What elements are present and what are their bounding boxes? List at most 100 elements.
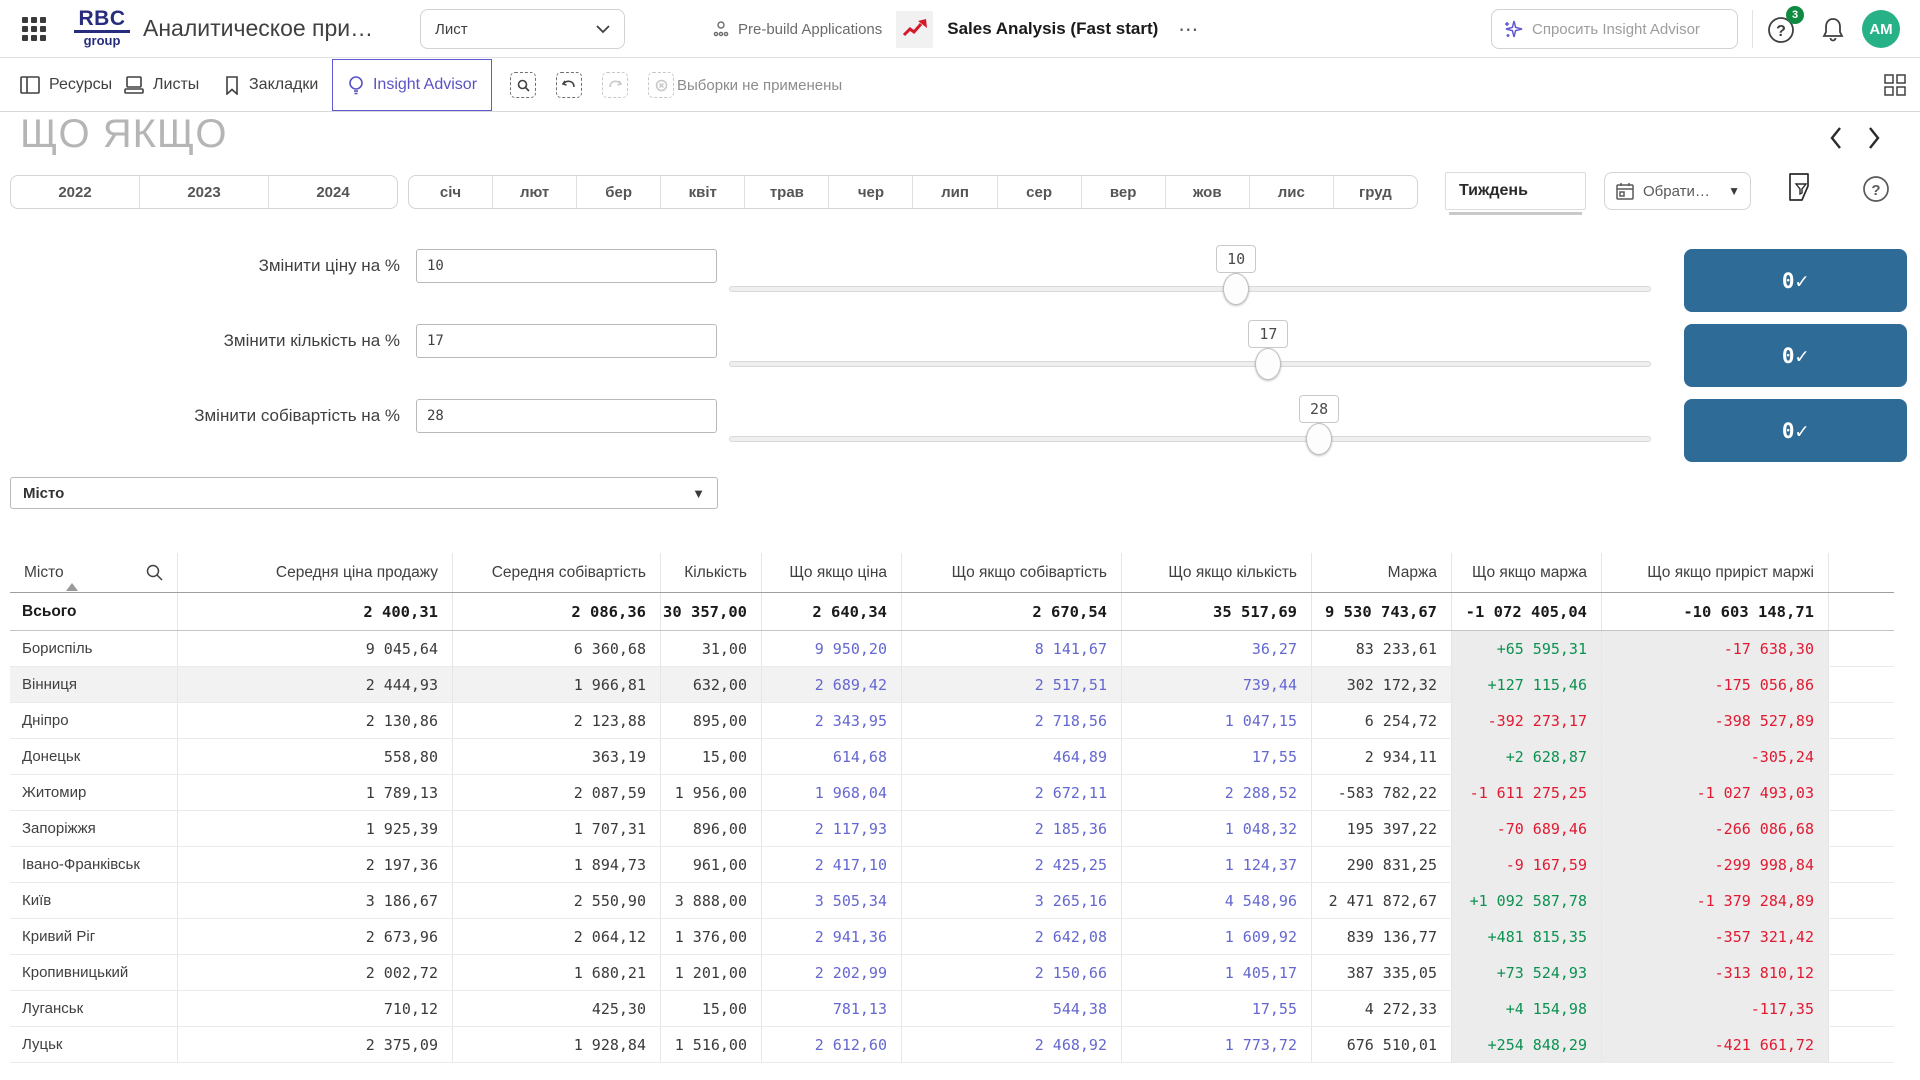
slider-handle[interactable] <box>1223 273 1250 305</box>
whatif-value-input[interactable] <box>416 249 717 283</box>
column-header-4[interactable]: Кількість <box>661 553 762 592</box>
column-header-8[interactable]: Маржа <box>1312 553 1452 592</box>
slider-track[interactable] <box>729 436 1651 442</box>
apply-whatif-button[interactable]: 0✓ <box>1684 399 1907 462</box>
year-filter-2024[interactable]: 2024 <box>269 176 397 208</box>
column-header-2[interactable]: Середня ціна продажу <box>178 553 453 592</box>
value-cell: 2 612,60 <box>762 1027 902 1062</box>
month-filter-трав[interactable]: трав <box>745 176 830 208</box>
sheets-button[interactable]: Листы <box>124 59 199 111</box>
month-filter-вер[interactable]: вер <box>1082 176 1166 208</box>
month-filter-бер[interactable]: бер <box>577 176 662 208</box>
bookmarks-button[interactable]: Закладки <box>224 59 318 111</box>
apply-whatif-button[interactable]: 0✓ <box>1684 249 1907 312</box>
month-filter-квіт[interactable]: квіт <box>661 176 746 208</box>
value-cell: 2 718,56 <box>902 703 1122 738</box>
prev-sheet-button[interactable] <box>1828 126 1844 150</box>
value-cell: 464,89 <box>902 739 1122 774</box>
slider-handle[interactable] <box>1306 423 1333 455</box>
table-row: Дніпро 2 130,86 2 123,88 895,00 2 343,95 2 71… <box>10 703 1894 739</box>
city-cell[interactable]: Запоріжжя <box>10 811 178 846</box>
city-cell[interactable]: Київ <box>10 883 178 918</box>
value-cell: 2 941,36 <box>762 919 902 954</box>
city-cell[interactable]: Донецьк <box>10 739 178 774</box>
logo-text-bottom: group <box>83 33 121 48</box>
city-cell[interactable]: Кривий Ріг <box>10 919 178 954</box>
month-filter-січ[interactable]: січ <box>409 176 494 208</box>
slider-handle[interactable] <box>1255 348 1282 380</box>
column-header-7[interactable]: Що якщо кількість <box>1122 553 1312 592</box>
help-button[interactable]: ? 3 <box>1766 6 1804 47</box>
city-cell[interactable]: Луганськ <box>10 991 178 1026</box>
search-input[interactable] <box>1532 20 1727 38</box>
column-header-5[interactable]: Що якщо ціна <box>762 553 902 592</box>
month-filter-чер[interactable]: чер <box>829 176 914 208</box>
column-header-9[interactable]: Що якщо маржа <box>1452 553 1602 592</box>
date-picker-label: Обрати… <box>1643 182 1710 200</box>
insight-advisor-searchbox[interactable] <box>1491 9 1738 49</box>
month-filter-лип[interactable]: лип <box>913 176 998 208</box>
slider-track[interactable] <box>729 361 1651 367</box>
value-cell: -392 273,17 <box>1452 703 1602 738</box>
clear-selections-button[interactable] <box>648 59 674 111</box>
column-header-6[interactable]: Що якщо собівартість <box>902 553 1122 592</box>
column-header-10[interactable]: Що якщо приріст маржі <box>1602 553 1829 592</box>
city-cell[interactable]: Вінниця <box>10 667 178 702</box>
redo-button[interactable] <box>602 59 628 111</box>
value-cell: -9 167,59 <box>1452 847 1602 882</box>
page-title: ЩО ЯКЩО <box>20 112 228 156</box>
city-filter-dropdown[interactable]: Місто ▼ <box>10 477 718 509</box>
month-filter-лют[interactable]: лют <box>493 176 578 208</box>
avatar[interactable]: AM <box>1862 10 1900 48</box>
week-filter-input[interactable]: Тиждень <box>1445 172 1586 210</box>
help-circle-icon[interactable]: ? <box>1862 175 1890 203</box>
year-filter-2022[interactable]: 2022 <box>11 176 140 208</box>
svg-text:?: ? <box>1776 23 1786 40</box>
value-cell: 839 136,77 <box>1312 919 1452 954</box>
month-filter-лис[interactable]: лис <box>1250 176 1334 208</box>
value-cell: 2 117,93 <box>762 811 902 846</box>
apply-whatif-button[interactable]: 0✓ <box>1684 324 1907 387</box>
value-cell: 2 086,36 <box>453 593 661 630</box>
insight-advisor-button[interactable]: Insight Advisor <box>332 59 492 111</box>
sheet-selector-dropdown[interactable]: Лист <box>420 9 625 49</box>
year-filter-2023[interactable]: 2023 <box>140 176 269 208</box>
year-filter-group: 2022 2023 2024 <box>10 175 398 209</box>
city-cell[interactable]: Житомир <box>10 775 178 810</box>
city-cell[interactable]: Луцьк <box>10 1027 178 1062</box>
month-filter-груд[interactable]: груд <box>1334 176 1417 208</box>
whatif-value-input[interactable] <box>416 324 717 358</box>
slider-track[interactable] <box>729 286 1651 292</box>
date-picker-dropdown[interactable]: Обрати… ▼ <box>1604 172 1751 210</box>
value-cell: -299 998,84 <box>1602 847 1829 882</box>
undo-button[interactable] <box>556 59 582 111</box>
whatif-value-input[interactable] <box>416 399 717 433</box>
month-filter-жов[interactable]: жов <box>1166 176 1250 208</box>
prebuilt-applications-link[interactable]: Pre-build Applications <box>712 20 882 38</box>
column-search-icon[interactable] <box>146 564 163 581</box>
city-cell[interactable]: Івано-Франківськ <box>10 847 178 882</box>
city-cell[interactable]: Кропивницький <box>10 955 178 990</box>
app-thumbnail[interactable] <box>896 10 934 48</box>
city-cell[interactable]: Дніпро <box>10 703 178 738</box>
sheet-overview-icon[interactable] <box>1884 74 1906 96</box>
month-filter-сер[interactable]: сер <box>998 176 1082 208</box>
insight-advisor-label: Insight Advisor <box>372 76 478 93</box>
next-sheet-button[interactable] <box>1866 126 1882 150</box>
resources-button[interactable]: Ресурсы <box>20 59 112 111</box>
selections-tool-icon[interactable] <box>1786 172 1812 202</box>
app-launcher-icon[interactable] <box>22 17 48 43</box>
column-header-1[interactable]: Місто <box>10 553 178 592</box>
chevron-down-icon: ▼ <box>692 485 705 501</box>
notifications-bell-icon[interactable] <box>1820 15 1846 43</box>
sheets-label: Листы <box>153 76 200 93</box>
city-cell[interactable]: Бориспіль <box>10 631 178 666</box>
whatif-row-label: Змінити кількість на % <box>223 331 400 350</box>
value-cell: 1 789,13 <box>178 775 453 810</box>
more-menu-button[interactable]: ⋯ <box>1172 17 1206 42</box>
row-filler <box>1829 739 1894 774</box>
value-cell: 2 130,86 <box>178 703 453 738</box>
column-header-3[interactable]: Середня собівартість <box>453 553 661 592</box>
value-cell: 2 417,10 <box>762 847 902 882</box>
smart-search-button[interactable] <box>510 59 536 111</box>
